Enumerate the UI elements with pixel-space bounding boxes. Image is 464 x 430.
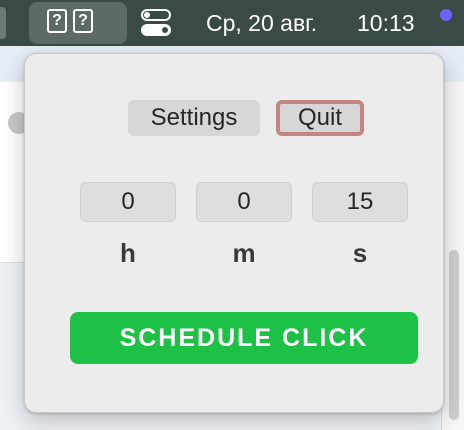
minutes-label: m bbox=[232, 238, 256, 268]
hours-label: h bbox=[120, 238, 136, 268]
menu-bar-time[interactable]: 10:13 bbox=[357, 10, 415, 37]
menu-bar: ? ? Ср, 20 авг. 10:13 bbox=[0, 0, 464, 46]
quit-button[interactable]: Quit bbox=[276, 100, 364, 136]
settings-button[interactable]: Settings bbox=[128, 100, 260, 136]
notification-dot-icon bbox=[440, 9, 452, 21]
seconds-field[interactable]: 15 bbox=[312, 182, 408, 222]
app-status-icon: ? bbox=[73, 9, 93, 33]
toggle-switch-bottom bbox=[141, 24, 171, 36]
toggle-switch-top bbox=[141, 9, 171, 21]
hours-field[interactable]: 0 bbox=[80, 182, 176, 222]
scheduler-popover: Settings Quit 0 0 15 h m s SCHEDULE CLIC… bbox=[24, 53, 444, 413]
seconds-label: s bbox=[352, 238, 368, 268]
menu-bar-date[interactable]: Ср, 20 авг. bbox=[206, 10, 317, 37]
menu-bar-left-item[interactable] bbox=[0, 7, 6, 39]
schedule-click-button[interactable]: SCHEDULE CLICK bbox=[70, 312, 418, 364]
background-scrollbar-thumb bbox=[449, 250, 459, 420]
toggle-switches-icon[interactable] bbox=[141, 9, 171, 37]
app-status-icon: ? bbox=[47, 9, 67, 33]
minutes-field[interactable]: 0 bbox=[196, 182, 292, 222]
